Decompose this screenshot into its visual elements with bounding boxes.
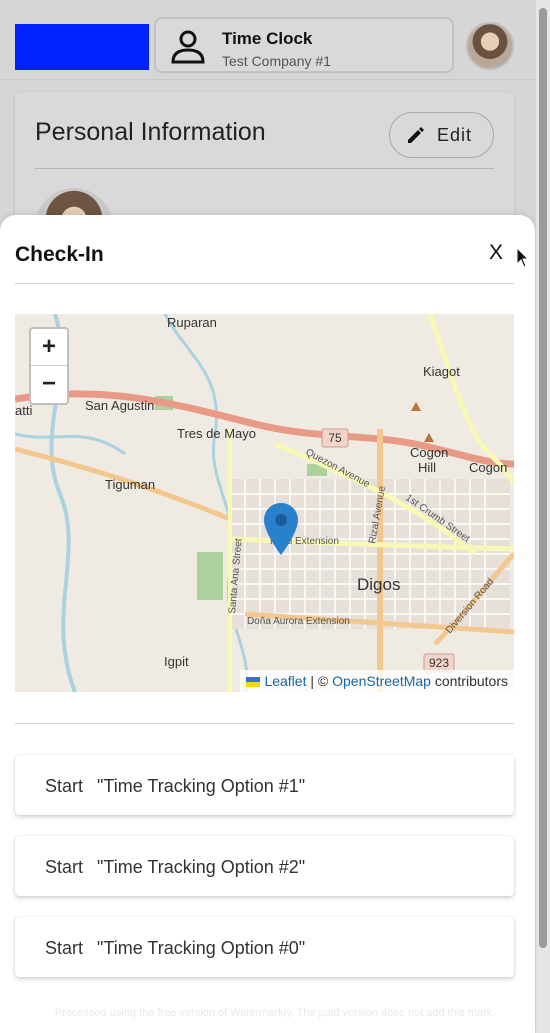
start-option-2-button[interactable]: Start "Time Tracking Option #2" bbox=[15, 836, 514, 896]
ukraine-flag-icon bbox=[246, 677, 261, 687]
scrollbar-thumb[interactable] bbox=[539, 8, 547, 948]
divider bbox=[15, 723, 514, 724]
divider bbox=[35, 168, 494, 169]
zoom-in-button[interactable]: + bbox=[31, 329, 67, 366]
attribution-suffix: contributors bbox=[430, 673, 508, 689]
sheet-title: Check-In bbox=[15, 243, 104, 266]
option-name: "Time Tracking Option #1" bbox=[97, 776, 306, 796]
panel-title: Personal Information bbox=[35, 118, 266, 146]
svg-text:Tres de Mayo: Tres de Mayo bbox=[177, 426, 256, 441]
svg-text:Cogon: Cogon bbox=[410, 445, 448, 460]
svg-text:Cogon: Cogon bbox=[469, 460, 507, 475]
start-label: Start bbox=[45, 776, 84, 796]
zoom-control: + − bbox=[29, 327, 69, 405]
map[interactable]: 75 923 Ruparan San Agustin Tres de Mayo … bbox=[15, 314, 514, 692]
start-label: Start bbox=[45, 938, 84, 958]
company-name: Test Company #1 bbox=[222, 53, 331, 69]
svg-text:Doña Aurora Extension: Doña Aurora Extension bbox=[247, 616, 350, 627]
svg-text:Hill: Hill bbox=[418, 460, 436, 475]
mouse-cursor-icon bbox=[516, 247, 530, 268]
map-attribution: Leaflet | © OpenStreetMap contributors bbox=[240, 670, 514, 692]
start-option-1-button[interactable]: Start "Time Tracking Option #1" bbox=[15, 755, 514, 815]
edit-button-label: Edit bbox=[437, 125, 473, 145]
close-button[interactable]: X bbox=[489, 241, 503, 265]
option-name: "Time Tracking Option #2" bbox=[97, 857, 306, 877]
svg-text:atti: atti bbox=[15, 403, 32, 418]
svg-text:Ruparan: Ruparan bbox=[167, 315, 217, 330]
svg-text:Igpit: Igpit bbox=[164, 654, 189, 669]
svg-text:75: 75 bbox=[328, 431, 342, 445]
zoom-out-button[interactable]: − bbox=[31, 366, 67, 403]
openstreetmap-link[interactable]: OpenStreetMap bbox=[332, 673, 431, 689]
start-label: Start bbox=[45, 857, 84, 877]
edit-button[interactable]: Edit bbox=[389, 112, 494, 158]
option-name: "Time Tracking Option #0" bbox=[97, 938, 306, 958]
pencil-icon bbox=[408, 127, 424, 143]
location-pin-icon[interactable] bbox=[264, 503, 298, 555]
divider bbox=[15, 283, 514, 284]
start-option-0-button[interactable]: Start "Time Tracking Option #0" bbox=[15, 917, 514, 977]
brand-logo[interactable] bbox=[15, 24, 149, 70]
svg-text:Digos: Digos bbox=[357, 575, 400, 594]
attribution-separator: | © bbox=[306, 673, 333, 689]
checkin-sheet: Check-In X 75 923 Ruparan San Agustin Tr… bbox=[0, 215, 535, 1033]
person-icon bbox=[171, 30, 205, 64]
svg-text:Tiguman: Tiguman bbox=[105, 477, 155, 492]
app-title: Time Clock bbox=[222, 29, 313, 48]
svg-text:Kiagot: Kiagot bbox=[423, 364, 460, 379]
leaflet-link[interactable]: Leaflet bbox=[264, 673, 306, 689]
svg-text:San Agustin: San Agustin bbox=[85, 398, 154, 413]
svg-text:923: 923 bbox=[429, 656, 449, 670]
watermark-note: Processed using the free version of Wate… bbox=[54, 1007, 496, 1019]
user-avatar[interactable] bbox=[466, 22, 514, 70]
company-selector[interactable]: Time Clock Test Company #1 bbox=[154, 17, 454, 73]
top-bar: Time Clock Test Company #1 bbox=[0, 0, 536, 80]
scrollbar[interactable] bbox=[536, 0, 550, 1033]
